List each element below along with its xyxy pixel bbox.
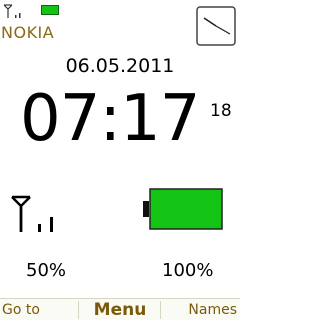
operator-name: NOKIA [1,23,55,42]
signal-percent-label: 50% [26,260,67,281]
goto-softkey[interactable]: Go to [2,300,40,320]
softkey-bar: Go to Menu Names [0,298,240,320]
analog-clock-icon[interactable] [196,6,236,46]
names-softkey[interactable]: Names [188,300,237,320]
battery-large-icon [143,188,223,230]
time-display: 07:17 [20,82,200,156]
date-display: 06.05.2011 [65,55,175,77]
softkey-divider [160,301,161,319]
status-bar: NOKIA [0,0,240,48]
battery-percent-label: 100% [162,260,214,281]
menu-softkey[interactable]: Menu [80,300,160,320]
seconds-display: 18 [210,101,232,121]
softkey-divider [78,301,79,319]
signal-strength-icon [3,4,21,18]
signal-strength-large-icon [11,195,53,232]
battery-icon [41,5,59,15]
